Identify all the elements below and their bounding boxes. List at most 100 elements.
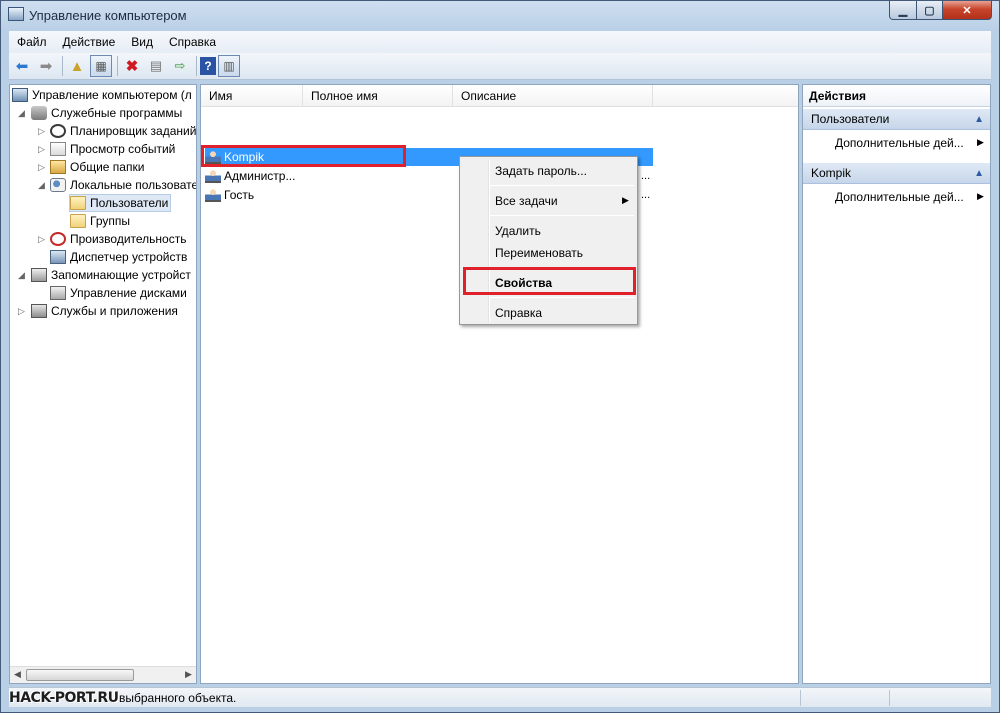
action-more-actions-kompik[interactable]: Дополнительные дей... [835, 190, 964, 204]
list-item-name: Гость [224, 188, 255, 202]
expanded-arrow-icon[interactable]: ◢ [18, 108, 28, 119]
collapse-arrow-icon[interactable]: ▲ [974, 168, 984, 179]
menu-help[interactable]: Справка [495, 306, 542, 320]
properties-icon[interactable]: ▤ [145, 55, 167, 77]
show-tree-icon[interactable]: ▦ [90, 55, 112, 77]
actions-section-title: Kompik [811, 166, 852, 180]
toolbar-separator [62, 56, 63, 76]
tree-item-task-scheduler[interactable]: Планировщик заданий [50, 122, 196, 140]
shared-folder-icon [50, 160, 66, 174]
minimize-button[interactable]: ▁ [889, 1, 917, 20]
tools-icon [31, 106, 47, 120]
submenu-arrow-icon: ▶ [977, 191, 984, 201]
tree-item-local-users[interactable]: Локальные пользовате [50, 176, 197, 194]
menu-help[interactable]: Справка [161, 35, 224, 49]
folder-icon [70, 214, 86, 228]
forward-icon[interactable]: ➡ [35, 55, 57, 77]
performance-icon [50, 232, 66, 246]
tree-item-system-tools[interactable]: Служебные программы [31, 104, 182, 122]
horizontal-scrollbar[interactable]: ◀ ▶ [10, 666, 196, 683]
column-header-full-name[interactable]: Полное имя [303, 85, 453, 107]
tree-item-event-viewer[interactable]: Просмотр событий [50, 140, 175, 158]
tree-item-label: Локальные пользовате [70, 178, 197, 192]
tree-item-groups[interactable]: Группы [70, 212, 130, 230]
tree-item-users[interactable]: Пользователи [69, 194, 172, 212]
up-folder-icon[interactable]: ▲ [66, 55, 88, 77]
column-header-description[interactable]: Описание [453, 85, 653, 107]
tree-item-disk-management[interactable]: Управление дисками [50, 284, 187, 302]
tree-item-label: Планировщик заданий [70, 124, 197, 138]
menu-separator [490, 185, 634, 186]
maximize-button[interactable]: ▢ [916, 1, 943, 20]
tree-item-label: Группы [90, 214, 130, 228]
export-icon[interactable]: ⇨ [169, 55, 191, 77]
menu-properties[interactable]: Свойства [495, 276, 552, 290]
actions-pane: Действия Пользователи ▲ Дополнительные д… [802, 84, 991, 684]
actions-section-kompik[interactable]: Kompik ▲ [803, 162, 990, 184]
actions-section-users[interactable]: Пользователи ▲ [803, 108, 990, 130]
event-viewer-icon [50, 142, 66, 156]
context-menu: Задать пароль... Все задачи ▶ Удалить Пе… [459, 156, 638, 325]
tree-item-label: Диспетчер устройств [70, 250, 188, 264]
local-users-icon [50, 178, 66, 192]
collapsed-arrow-icon[interactable]: ▷ [38, 162, 48, 173]
menu-view[interactable]: Вид [123, 35, 161, 49]
tree-item-performance[interactable]: Производительность [50, 230, 186, 248]
close-icon: ✕ [962, 4, 972, 17]
status-divider [800, 690, 801, 706]
list-item-name: Администр... [224, 169, 296, 183]
expanded-arrow-icon[interactable]: ◢ [38, 180, 48, 191]
status-divider [889, 690, 890, 706]
delete-icon[interactable]: ✖ [121, 55, 143, 77]
collapsed-arrow-icon[interactable]: ▷ [38, 144, 48, 155]
clock-icon [50, 124, 66, 138]
tree-item-label: Производительность [70, 232, 187, 246]
scrollbar-thumb[interactable] [26, 669, 134, 681]
menu-file[interactable]: Файл [9, 35, 55, 49]
scroll-left-icon[interactable]: ◀ [14, 669, 21, 680]
list-item-description-truncated: ... [641, 189, 651, 201]
collapsed-arrow-icon[interactable]: ▷ [38, 234, 48, 245]
tree-item-label: Служебные программы [51, 106, 183, 120]
tree-item-label: Управление компьютером (л [32, 88, 192, 102]
tree-item-services-applications[interactable]: Службы и приложения [31, 302, 178, 320]
column-header-name[interactable]: Имя [201, 85, 303, 107]
toolbar-separator [117, 56, 118, 76]
menu-all-tasks[interactable]: Все задачи [495, 194, 558, 208]
close-button[interactable]: ✕ [942, 1, 992, 20]
menu-set-password[interactable]: Задать пароль... [495, 164, 587, 178]
tree-item-label: Запоминающие устройст [51, 268, 191, 282]
tree-item-label: Службы и приложения [51, 304, 178, 318]
app-window: Управление компьютером ▁ ▢ ✕ Файл Действ… [0, 0, 1000, 713]
menu-action[interactable]: Действие [55, 35, 124, 49]
help-icon[interactable]: ? [200, 57, 216, 75]
menu-delete[interactable]: Удалить [495, 224, 541, 238]
tree-item-shared-folders[interactable]: Общие папки [50, 158, 144, 176]
toolbar-separator [196, 56, 197, 76]
minimize-icon: ▁ [898, 4, 908, 17]
disk-icon [50, 286, 66, 300]
tree-item-computer-management[interactable]: Управление компьютером (л [12, 86, 192, 104]
window-title: Управление компьютером [29, 8, 187, 23]
tree-item-storage[interactable]: Запоминающие устройст [31, 266, 191, 284]
back-icon[interactable]: ⬅ [11, 55, 33, 77]
list-item-name: Kompik [224, 150, 265, 164]
menu-separator [490, 297, 634, 298]
collapsed-arrow-icon[interactable]: ▷ [38, 126, 48, 137]
tree-item-device-manager[interactable]: Диспетчер устройств [50, 248, 187, 266]
toolbar: ⬅ ➡ ▲ ▦ ✖ ▤ ⇨ ? ▥ [9, 53, 991, 80]
title-bar[interactable]: Управление компьютером ▁ ▢ ✕ [1, 1, 999, 31]
storage-icon [31, 268, 47, 282]
collapse-arrow-icon[interactable]: ▲ [974, 114, 984, 125]
menu-separator [490, 267, 634, 268]
menu-separator [490, 215, 634, 216]
console-tree: Управление компьютером (л ◢ Служебные пр… [9, 84, 197, 684]
collapsed-arrow-icon[interactable]: ▷ [18, 306, 28, 317]
device-manager-icon [50, 250, 66, 264]
column-header-filler [653, 85, 798, 107]
action-more-actions-users[interactable]: Дополнительные дей... [835, 136, 964, 150]
expanded-arrow-icon[interactable]: ◢ [18, 270, 28, 281]
menu-rename[interactable]: Переименовать [495, 246, 583, 260]
scroll-right-icon[interactable]: ▶ [185, 669, 192, 680]
action-pane-icon[interactable]: ▥ [218, 55, 240, 77]
